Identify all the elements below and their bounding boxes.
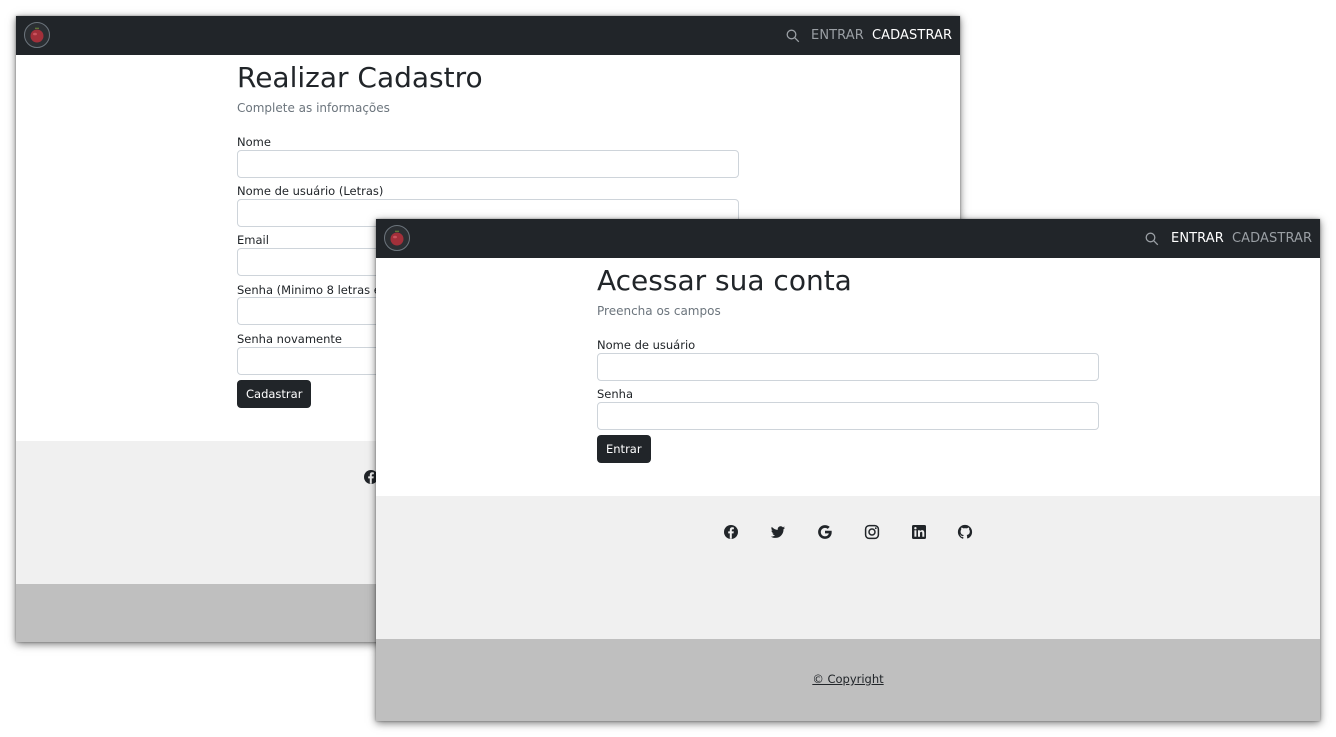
nav-login-link[interactable]: ENTRAR bbox=[811, 28, 864, 44]
page-title: Acessar sua conta bbox=[597, 264, 852, 297]
logo-icon[interactable] bbox=[384, 225, 410, 251]
github-icon[interactable] bbox=[957, 524, 973, 540]
logo-icon[interactable] bbox=[24, 22, 50, 48]
password-again-label: Senha novamente bbox=[237, 332, 342, 346]
password-field[interactable] bbox=[597, 402, 1099, 430]
register-button[interactable]: Cadastrar bbox=[237, 380, 312, 408]
navbar: ENTRAR CADASTRAR bbox=[376, 219, 1320, 258]
page-subtitle: Complete as informações bbox=[237, 101, 390, 115]
google-icon[interactable] bbox=[817, 524, 833, 540]
page-subtitle: Preencha os campos bbox=[597, 304, 721, 318]
name-label: Nome bbox=[237, 135, 271, 149]
footer-copyright: © Copyright bbox=[376, 639, 1320, 721]
search-icon[interactable] bbox=[786, 28, 800, 43]
footer-social bbox=[376, 496, 1320, 639]
page-title: Realizar Cadastro bbox=[237, 61, 483, 94]
linkedin-icon[interactable] bbox=[911, 524, 927, 540]
username-label: Nome de usuário bbox=[597, 338, 696, 352]
password-label: Senha bbox=[597, 387, 633, 401]
nav-register-link[interactable]: CADASTRAR bbox=[1232, 231, 1312, 247]
password-label: Senha (Minimo 8 letras e n bbox=[237, 283, 392, 297]
nav-register-link[interactable]: CADASTRAR bbox=[872, 28, 952, 44]
facebook-icon[interactable] bbox=[723, 524, 739, 540]
username-field[interactable] bbox=[597, 353, 1099, 381]
instagram-icon[interactable] bbox=[864, 524, 880, 540]
login-window: ENTRAR CADASTRAR Acessar sua conta Preen… bbox=[376, 219, 1320, 721]
username-label: Nome de usuário (Letras) bbox=[237, 184, 384, 198]
twitter-icon[interactable] bbox=[770, 524, 786, 540]
copyright-link[interactable]: © Copyright bbox=[376, 672, 1320, 686]
search-icon[interactable] bbox=[1145, 231, 1159, 246]
nav-login-link[interactable]: ENTRAR bbox=[1171, 231, 1224, 247]
login-button[interactable]: Entrar bbox=[597, 435, 651, 463]
email-label: Email bbox=[237, 233, 269, 247]
name-field[interactable] bbox=[237, 150, 739, 178]
navbar: ENTRAR CADASTRAR bbox=[16, 16, 960, 55]
